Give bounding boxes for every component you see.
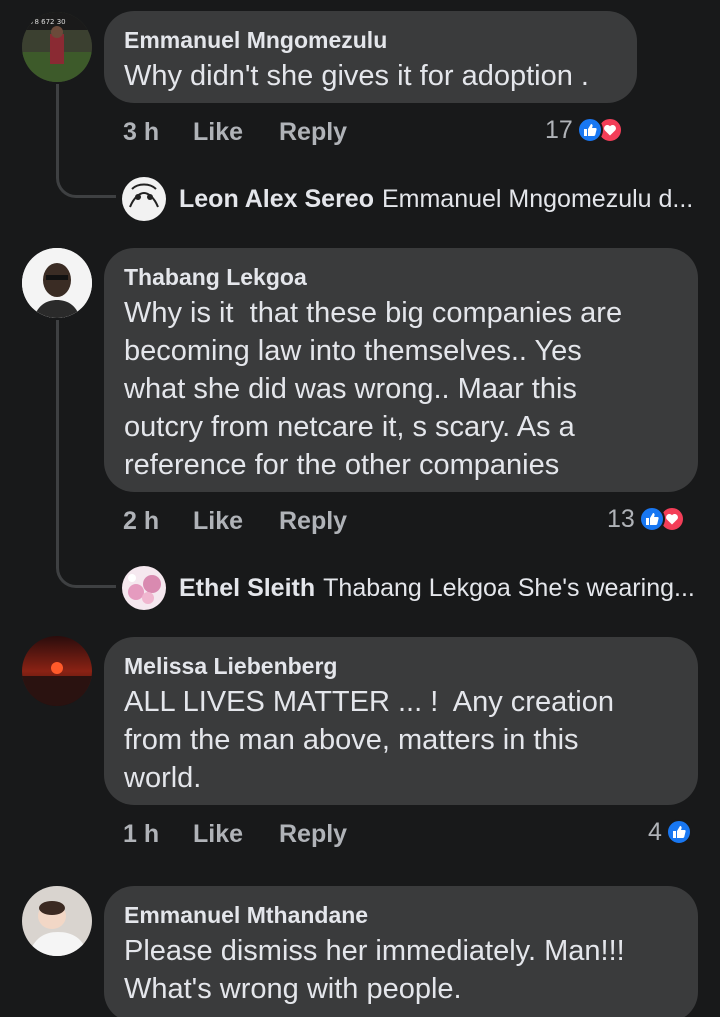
comment-bubble: Emmanuel Mthandane Please dismiss her im… (104, 886, 698, 1017)
reaction-summary[interactable]: 4 (648, 814, 692, 850)
comment-text: ALL LIVES MATTER ... ! Any creation from… (124, 686, 614, 794)
avatar (122, 566, 166, 610)
comment-actions: 1 h Like Reply (123, 816, 347, 852)
reply-preview[interactable]: Ethel Sleith Thabang Lekgoa She's wearin… (122, 563, 695, 613)
comment-bubble: Thabang Lekgoa Why is it that these big … (104, 248, 698, 492)
reply-snippet: Thabang Lekgoa She's wearing... (323, 573, 695, 602)
reply-button[interactable]: Reply (279, 820, 347, 849)
comment-author[interactable]: Emmanuel Mngomezulu (124, 25, 615, 55)
like-icon (576, 117, 603, 143)
thread-connector (56, 168, 116, 198)
reply-author[interactable]: Leon Alex Sereo (179, 185, 374, 214)
reply-button[interactable]: Reply (279, 118, 347, 147)
comment-time[interactable]: 2 h (123, 507, 193, 536)
like-icon (638, 506, 665, 532)
like-button[interactable]: Like (193, 118, 279, 147)
thread-line (56, 320, 59, 560)
comment-time[interactable]: 1 h (123, 820, 193, 849)
comment-author[interactable]: Melissa Liebenberg (124, 651, 676, 681)
reply-preview[interactable]: Leon Alex Sereo Emmanuel Mngomezulu d... (122, 174, 693, 224)
comments-feed: 78 672 30 Emmanuel Mngomezulu Why didn't… (0, 0, 720, 1017)
reaction-summary[interactable]: 13 (607, 501, 685, 537)
reply-author[interactable]: Ethel Sleith (179, 574, 315, 603)
comment-bubble: Emmanuel Mngomezulu Why didn't she gives… (104, 11, 637, 103)
reply-button[interactable]: Reply (279, 507, 347, 536)
avatar[interactable] (22, 886, 92, 956)
comment-author[interactable]: Thabang Lekgoa (124, 262, 676, 292)
avatar[interactable] (22, 636, 92, 706)
like-button[interactable]: Like (193, 507, 279, 536)
comment-time[interactable]: 3 h (123, 118, 193, 147)
reply-snippet: Emmanuel Mngomezulu d... (381, 184, 694, 213)
comment-text: Why didn't she gives it for adoption . (124, 60, 589, 92)
svg-text:78 672 30: 78 672 30 (30, 18, 66, 26)
comment-text: Why is it that these big companies are b… (124, 297, 623, 481)
comment-actions: 3 h Like Reply (123, 114, 347, 150)
comment-actions: 2 h Like Reply (123, 503, 347, 539)
reaction-count: 17 (545, 115, 573, 144)
reaction-count: 4 (648, 817, 662, 846)
thread-line (56, 84, 59, 170)
comment-bubble: Melissa Liebenberg ALL LIVES MATTER ... … (104, 637, 698, 805)
avatar[interactable] (22, 248, 92, 318)
like-button[interactable]: Like (193, 820, 279, 849)
comment-text: Please dismiss her immediately. Man!!! W… (124, 935, 625, 1005)
avatar (122, 177, 166, 221)
reaction-count: 13 (607, 504, 635, 533)
comment-author[interactable]: Emmanuel Mthandane (124, 900, 676, 930)
like-icon (665, 819, 692, 845)
thread-connector (56, 558, 116, 588)
avatar[interactable]: 78 672 30 (22, 12, 92, 82)
reaction-summary[interactable]: 17 (545, 112, 623, 148)
